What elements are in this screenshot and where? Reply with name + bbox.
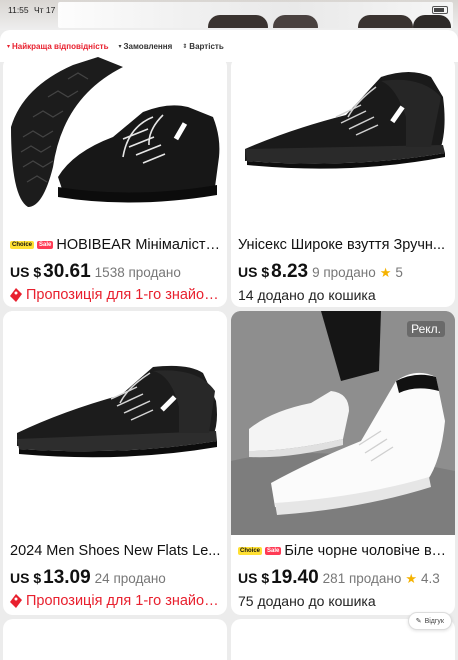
rating-value: 5	[395, 265, 403, 280]
tab-label: Найкраща відповідність	[12, 41, 109, 51]
product-price: 30.61	[43, 261, 91, 282]
date: Чт 17	[34, 5, 56, 15]
promo-tag-icon	[10, 594, 22, 608]
product-card[interactable]: Choice Sale HOBIBEAR Мінімалісти... US $…	[3, 57, 227, 307]
price-currency: US $	[10, 570, 42, 586]
product-card[interactable]: Унісекс Широке взуття Зручн... US $ 8.23…	[231, 57, 455, 307]
feedback-label: Відгук	[424, 617, 444, 625]
caret-down-icon: ▾	[7, 43, 11, 50]
sort-arrows-icon: ⇕	[182, 43, 188, 50]
product-image[interactable]	[3, 311, 227, 535]
rating-value: 4.3	[420, 571, 440, 586]
sold-count: 281 продано	[322, 571, 402, 586]
tab-best-match[interactable]: ▾ Найкраща відповідність	[7, 42, 109, 51]
product-image[interactable]	[231, 57, 455, 229]
choice-badge: Choice	[10, 241, 35, 249]
tab-price[interactable]: ⇕ Вартість	[182, 42, 223, 51]
product-price: 19.40	[271, 567, 319, 588]
product-image[interactable]	[3, 57, 227, 229]
feedback-button[interactable]: ✎ Відгук	[407, 612, 452, 630]
price-currency: US $	[238, 570, 270, 586]
added-to-cart-count: 75 додано до кошика	[238, 593, 376, 609]
clock: 11:55	[8, 5, 29, 15]
product-title[interactable]: HOBIBEAR Мінімалісти...	[56, 237, 221, 253]
price-currency: US $	[238, 264, 270, 280]
sold-count: 9 продано	[312, 265, 376, 280]
product-title[interactable]: Біле чорне чоловіче взу...	[284, 543, 449, 559]
promo-tag-icon	[10, 288, 22, 302]
sold-count: 1538 продано	[94, 265, 181, 280]
status-bar: 11:55 Чт 17	[0, 0, 458, 30]
product-card[interactable]: 2024 Men Shoes New Flats Le... US $ 13.0…	[3, 311, 227, 615]
sale-badge: Sale	[37, 241, 54, 249]
product-price: 8.23	[271, 261, 309, 282]
tab-label: Вартість	[189, 41, 224, 51]
caret-down-icon: ▾	[118, 43, 122, 50]
pencil-icon: ✎	[415, 618, 422, 625]
ad-label: Рекл.	[407, 321, 445, 337]
price-currency: US $	[10, 264, 42, 280]
battery-icon	[432, 6, 448, 14]
product-title[interactable]: Унісекс Широке взуття Зручн...	[238, 237, 445, 253]
promo-text: Пропозиція для 1-го знайом...	[26, 593, 221, 609]
added-to-cart-count: 14 додано до кошика	[238, 287, 376, 303]
product-card-partial[interactable]	[3, 619, 227, 660]
choice-badge: Choice	[238, 547, 263, 555]
product-title[interactable]: 2024 Men Shoes New Flats Le...	[10, 543, 220, 559]
header-banner-image	[58, 2, 453, 28]
sale-badge: Sale	[265, 547, 282, 555]
star-icon: ★	[379, 265, 392, 280]
tab-label: Замовлення	[123, 41, 173, 51]
product-image[interactable]: Рекл.	[231, 311, 455, 535]
tab-orders[interactable]: ▾ Замовлення	[119, 42, 173, 51]
promo-text: Пропозиція для 1-го знайом...	[26, 287, 221, 303]
star-icon: ★	[405, 571, 417, 586]
sold-count: 24 продано	[94, 571, 166, 586]
product-card[interactable]: Рекл. Choice Sale Біле чорне чоловіче вз…	[231, 311, 455, 615]
product-price: 13.09	[43, 567, 91, 588]
